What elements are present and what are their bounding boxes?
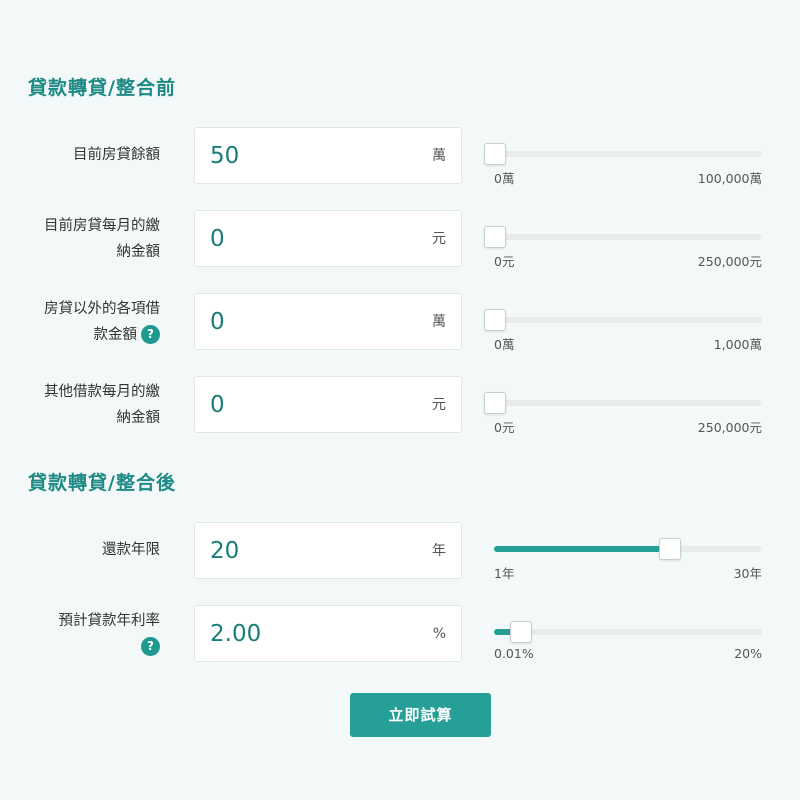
input-unit: 元 <box>432 231 446 247</box>
mortgage-balance-slider[interactable]: 0萬 100,000萬 <box>484 127 762 186</box>
field-label: 目前房貸每月的繳 納金額 <box>10 213 160 265</box>
mortgage-balance-input[interactable]: 50 萬 <box>194 127 462 184</box>
other-loans-amount-input[interactable]: 0 萬 <box>194 293 462 350</box>
slider-min-label: 0萬 <box>494 337 515 352</box>
input-unit: 萬 <box>432 148 446 164</box>
slider-min-label: 0萬 <box>494 171 515 186</box>
slider-track[interactable] <box>494 234 762 240</box>
field-row-other-loans-amount: 房貸以外的各項借 款金額? 0 萬 0萬 1,000萬 <box>0 293 800 352</box>
help-icon[interactable]: ? <box>141 324 160 344</box>
field-label: 還款年限 <box>10 537 160 563</box>
slider-max-label: 250,000元 <box>697 254 762 269</box>
input-value: 0 <box>210 309 225 335</box>
slider-track[interactable] <box>494 400 762 406</box>
mortgage-monthly-payment-input[interactable]: 0 元 <box>194 210 462 267</box>
label-line: 納金額 <box>116 410 161 426</box>
slider-min-label: 0元 <box>494 254 515 269</box>
slider-thumb[interactable] <box>484 226 506 248</box>
other-loans-monthly-payment-input[interactable]: 0 元 <box>194 376 462 433</box>
input-value: 50 <box>210 143 240 169</box>
slider-thumb[interactable] <box>658 538 681 560</box>
input-unit: 元 <box>432 397 446 413</box>
slider-max-label: 20% <box>734 646 762 661</box>
annual-interest-rate-input[interactable]: 2.00 % <box>194 605 462 662</box>
field-label: 其他借款每月的繳 納金額 <box>10 379 160 431</box>
slider-track[interactable] <box>494 151 762 157</box>
slider-min-label: 1年 <box>494 566 515 581</box>
section-title-before: 貸款轉貸/整合前 <box>28 77 176 99</box>
field-row-mortgage-balance: 目前房貸餘額 50 萬 0萬 100,000萬 <box>0 127 800 186</box>
input-value: 2.00 <box>210 621 262 647</box>
input-value: 0 <box>210 392 225 418</box>
repayment-years-input[interactable]: 20 年 <box>194 522 462 579</box>
input-unit: 萬 <box>432 314 446 330</box>
slider-track[interactable] <box>494 629 762 635</box>
other-loans-amount-slider[interactable]: 0萬 1,000萬 <box>484 293 762 352</box>
annual-interest-rate-slider[interactable]: 0.01% 20% <box>494 605 762 663</box>
label-line: 目前房貸餘額 <box>73 147 160 163</box>
slider-max-label: 100,000萬 <box>697 171 762 186</box>
field-row-mortgage-monthly-payment: 目前房貸每月的繳 納金額 0 元 0元 250,000元 <box>0 210 800 269</box>
input-unit: % <box>432 626 446 642</box>
label-line: 納金額 <box>116 244 161 260</box>
field-row-repayment-years: 還款年限 20 年 1年 30年 <box>0 522 800 581</box>
field-label: 房貸以外的各項借 款金額? <box>10 296 160 348</box>
calculate-button[interactable]: 立即試算 <box>350 693 491 737</box>
slider-min-label: 0元 <box>494 420 515 435</box>
label-line: 還款年限 <box>102 542 160 558</box>
slider-thumb[interactable] <box>509 621 532 643</box>
mortgage-monthly-payment-slider[interactable]: 0元 250,000元 <box>484 210 762 269</box>
slider-max-label: 1,000萬 <box>713 337 762 352</box>
slider-thumb[interactable] <box>484 392 506 414</box>
other-loans-monthly-payment-slider[interactable]: 0元 250,000元 <box>484 376 762 435</box>
slider-fill <box>494 546 670 552</box>
label-line: 預計貸款年利率 <box>58 613 161 629</box>
input-value: 20 <box>210 538 240 564</box>
label-line: 其他借款每月的繳 <box>44 384 160 400</box>
slider-max-label: 250,000元 <box>697 420 762 435</box>
label-line: 房貸以外的各項借 <box>44 301 160 317</box>
input-unit: 年 <box>432 543 446 559</box>
slider-thumb[interactable] <box>484 143 506 165</box>
field-row-other-loans-monthly-payment: 其他借款每月的繳 納金額 0 元 0元 250,000元 <box>0 376 800 435</box>
slider-max-label: 30年 <box>733 566 762 581</box>
field-label: 預計貸款年利率 ? <box>10 608 160 660</box>
input-value: 0 <box>210 226 225 252</box>
slider-thumb[interactable] <box>484 309 506 331</box>
field-label: 目前房貸餘額 <box>10 142 160 168</box>
label-line: 款金額 <box>93 327 138 343</box>
label-line: 目前房貸每月的繳 <box>44 218 160 234</box>
slider-min-label: 0.01% <box>494 646 534 661</box>
repayment-years-slider[interactable]: 1年 30年 <box>494 522 762 581</box>
help-icon[interactable]: ? <box>141 636 160 656</box>
field-row-annual-interest-rate: 預計貸款年利率 ? 2.00 % 0.01% 20% <box>0 605 800 663</box>
section-title-after: 貸款轉貸/整合後 <box>28 472 176 494</box>
slider-track[interactable] <box>494 317 762 323</box>
